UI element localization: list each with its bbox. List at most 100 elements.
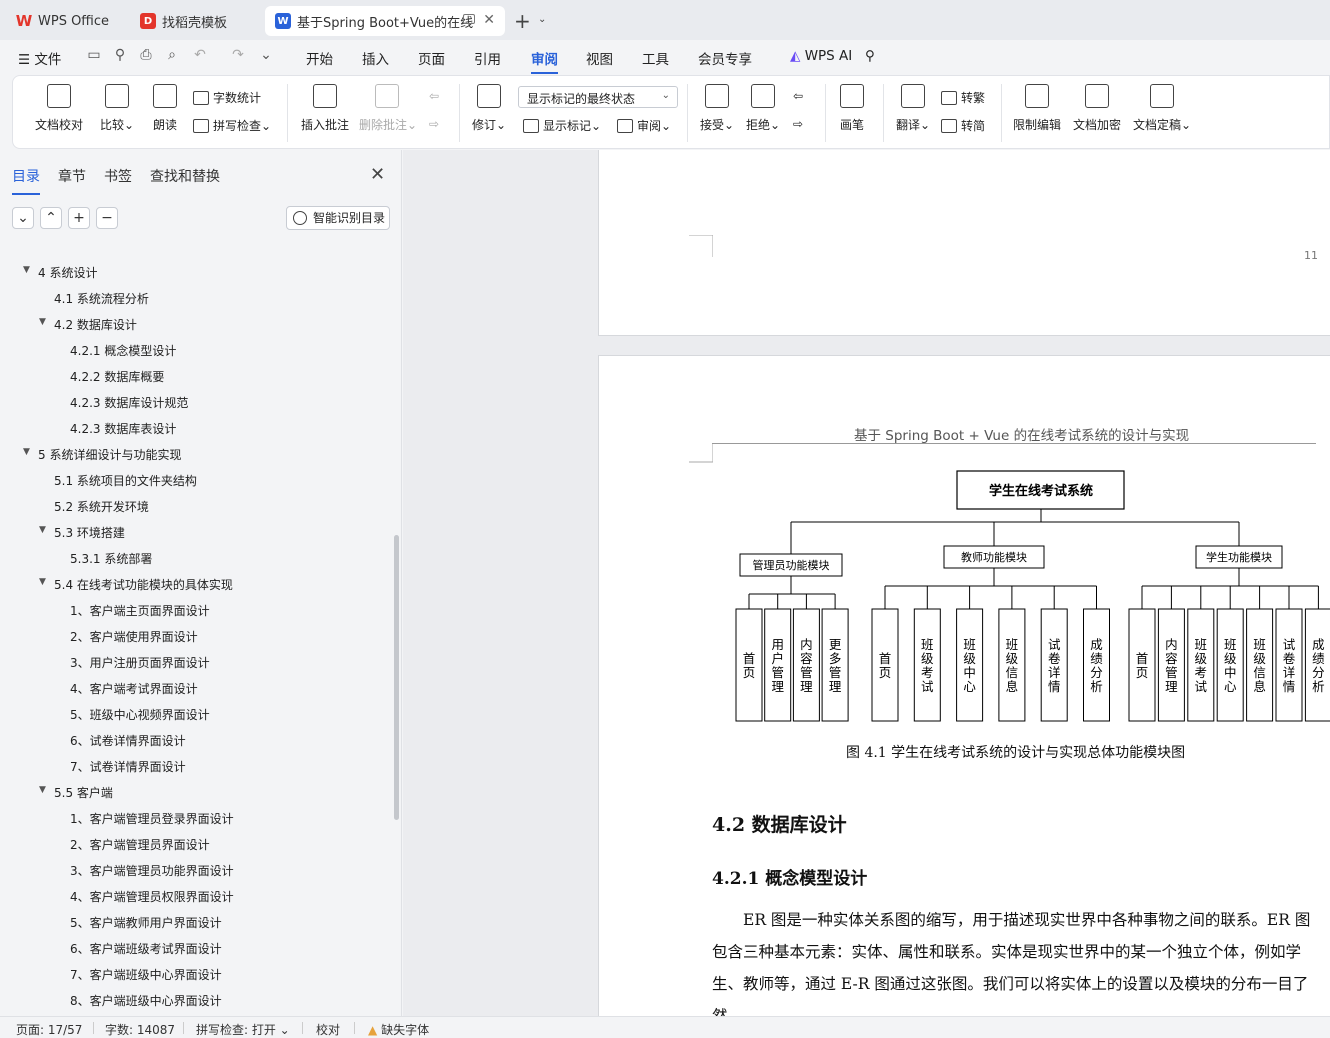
toc-item[interactable]: 7、试卷详情界面设计 [70, 758, 186, 775]
close-icon[interactable]: ✕ [370, 164, 385, 185]
expand-arrow-icon[interactable]: ▼ [39, 317, 46, 327]
toc-item[interactable]: 4.2.3 数据库设计规范 [70, 394, 188, 411]
monitor-icon[interactable] [463, 14, 475, 24]
menu-page[interactable]: 页面 [418, 48, 445, 68]
toc-item[interactable]: 2、客户端使用界面设计 [70, 628, 198, 645]
tab-toc[interactable]: 目录 [12, 166, 40, 195]
expand-arrow-icon[interactable]: ▼ [23, 447, 30, 457]
toc-item[interactable]: 1、客户端管理员登录界面设计 [70, 810, 234, 827]
toc-item[interactable]: ▼ 4 系统设计 [23, 264, 97, 281]
search-icon[interactable]: ⚲ [865, 48, 875, 64]
menu-start[interactable]: 开始 [306, 48, 333, 68]
toc-item[interactable]: 4.2.2 数据库概要 [70, 368, 164, 385]
smart-toc-button[interactable]: 智能识别目录 [286, 206, 390, 230]
toc-scrollbar[interactable] [394, 535, 399, 820]
toc-item[interactable]: 5.1 系统项目的文件夹结构 [54, 472, 197, 489]
prev-comment-icon[interactable]: ⇦ [429, 89, 439, 103]
toc-item[interactable]: 5.2 系统开发环境 [54, 498, 149, 515]
show-markup-button[interactable]: 显示标记 ⌄ [523, 117, 601, 134]
to-simplified-button[interactable]: 转简 [941, 117, 985, 134]
toc-item[interactable]: 1、客户端主页面界面设计 [70, 602, 210, 619]
undo-icon[interactable]: ↶ [192, 47, 208, 63]
expand-chevron-icon[interactable]: ⌃ [40, 207, 62, 229]
share-icon[interactable]: ⚲ [112, 47, 128, 63]
tab-bookmarks[interactable]: 书签 [104, 166, 132, 186]
toc-item[interactable]: 2、客户端管理员界面设计 [70, 836, 210, 853]
doc-check-button[interactable]: 文档校对 [31, 84, 87, 133]
accept-button[interactable]: 接受⌄ [697, 84, 737, 133]
menu-member[interactable]: 会员专享 [698, 48, 752, 68]
next-comment-icon[interactable]: ⇨ [429, 117, 439, 131]
prev-change-icon[interactable]: ⇦ [793, 89, 803, 103]
word-count-button[interactable]: 字数统计 [193, 89, 261, 106]
collapse-chevron-icon[interactable]: ⌄ [12, 207, 34, 229]
toc-item[interactable]: 7、客户端班级中心界面设计 [70, 966, 222, 983]
new-tab-icon[interactable]: + [514, 9, 531, 33]
compare-button[interactable]: 比较⌄ [97, 84, 137, 133]
tab-document[interactable]: W 基于Spring Boot+Vue的在线 ✕ [265, 6, 505, 36]
file-menu[interactable]: ☰ 文件 [18, 48, 61, 68]
toc-item[interactable]: 5.3.1 系统部署 [70, 550, 152, 567]
document-canvas[interactable]: 11 基于 Spring Boot + Vue 的在线考试系统的设计与实现 学生… [403, 150, 1330, 1016]
restrict-edit-button[interactable]: 限制编辑 [1011, 84, 1063, 133]
insert-comment-button[interactable]: 插入批注 [299, 84, 351, 133]
menu-tools[interactable]: 工具 [642, 48, 669, 68]
print-preview-icon[interactable]: ⌕ [164, 47, 180, 63]
chevron-down-icon[interactable]: ⌄ [538, 14, 546, 25]
pen-button[interactable]: 画笔 [835, 84, 869, 133]
revise-button[interactable]: 修订⌄ [469, 84, 509, 133]
toc-item[interactable]: 4.2.3 数据库表设计 [70, 420, 176, 437]
toc-item[interactable]: 4、客户端考试界面设计 [70, 680, 198, 697]
toc-item[interactable]: 5、客户端教师用户界面设计 [70, 914, 222, 931]
toc-item[interactable]: 4.1 系统流程分析 [54, 290, 149, 307]
save-icon[interactable]: ▭ [86, 47, 102, 63]
toc-item[interactable]: 6、试卷详情界面设计 [70, 732, 186, 749]
finalize-button[interactable]: 文档定稿⌄ [1131, 84, 1193, 133]
menu-view[interactable]: 视图 [586, 48, 613, 68]
toc-item[interactable]: 3、客户端管理员功能界面设计 [70, 862, 234, 879]
toc-item[interactable]: ▼ 5.4 在线考试功能模块的具体实现 [39, 576, 233, 593]
menu-review[interactable]: 审阅 [531, 48, 558, 74]
menu-insert[interactable]: 插入 [362, 48, 389, 68]
word-count-indicator[interactable]: 字数: 14087 [105, 1021, 175, 1038]
wps-ai-button[interactable]: ◭ WPS AI [790, 48, 852, 64]
toc-item[interactable]: 5、班级中心视频界面设计 [70, 706, 210, 723]
expand-arrow-icon[interactable]: ▼ [39, 577, 46, 587]
menu-reference[interactable]: 引用 [474, 48, 501, 68]
expand-arrow-icon[interactable]: ▼ [39, 785, 46, 795]
toc-item[interactable]: ▼ 4.2 数据库设计 [39, 316, 137, 333]
toc-item[interactable]: 6、客户端班级考试界面设计 [70, 940, 222, 957]
reject-button[interactable]: 拒绝⌄ [743, 84, 783, 133]
add-heading-icon[interactable]: + [68, 207, 90, 229]
toc-item[interactable]: 4.2.1 概念模型设计 [70, 342, 176, 359]
expand-arrow-icon[interactable]: ▼ [23, 265, 30, 275]
translate-button[interactable]: 翻译⌄ [893, 84, 933, 133]
delete-comment-button[interactable]: 删除批注⌄ [359, 84, 417, 133]
remove-heading-icon[interactable]: − [96, 207, 118, 229]
toc-item[interactable]: 8、客户端班级中心界面设计 [70, 992, 222, 1009]
toc-item[interactable]: 3、用户注册页面界面设计 [70, 654, 210, 671]
encrypt-button[interactable]: 文档加密 [1071, 84, 1123, 133]
page-indicator[interactable]: 页面: 17/57 [16, 1021, 82, 1038]
more-chevron-icon[interactable]: ⌄ [258, 47, 274, 63]
toc-item[interactable]: ▼ 5.5 客户端 [39, 784, 113, 801]
spell-check-indicator[interactable]: 拼写检查: 打开 ⌄ [196, 1021, 290, 1038]
toc-item[interactable]: 4、客户端管理员权限界面设计 [70, 888, 234, 905]
proof-indicator[interactable]: 校对 [316, 1021, 340, 1038]
expand-arrow-icon[interactable]: ▼ [39, 525, 46, 535]
close-icon[interactable]: ✕ [483, 12, 495, 28]
next-change-icon[interactable]: ⇨ [793, 117, 803, 131]
read-aloud-button[interactable]: 朗读 [147, 84, 183, 133]
review-pane-button[interactable]: 审阅 ⌄ [617, 117, 671, 134]
redo-icon[interactable]: ↷ [230, 47, 246, 63]
print-icon[interactable]: ⎙ [138, 47, 154, 63]
to-traditional-button[interactable]: 转繁 [941, 89, 985, 106]
toc-item[interactable]: ▼ 5.3 环境搭建 [39, 524, 125, 541]
tab-find-replace[interactable]: 查找和替换 [150, 166, 220, 186]
spell-check-button[interactable]: 拼写检查 ⌄ [193, 117, 271, 134]
missing-font-indicator[interactable]: ▲ 缺失字体 [368, 1021, 429, 1038]
tab-wps-office[interactable]: W WPS Office [6, 6, 123, 36]
toc-item[interactable]: ▼ 5 系统详细设计与功能实现 [23, 446, 181, 463]
tab-docer[interactable]: D 找稻壳模板 [130, 6, 260, 36]
markup-state-select[interactable]: 显示标记的最终状态 ⌄ [518, 86, 678, 108]
